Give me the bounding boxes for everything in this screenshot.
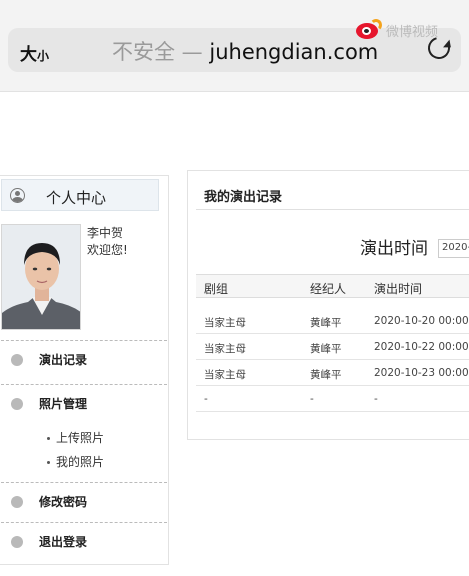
weibo-watermark: 微博视频 bbox=[356, 18, 438, 42]
sidebar-title: 个人中心 bbox=[46, 189, 107, 207]
cell-agent: 黄峰平 bbox=[310, 343, 342, 355]
sidebar: 个人中心 李中贺 欢迎您! 演出记录 照片管理 上传照片 我的照片 修改密码 退… bbox=[0, 175, 169, 565]
submenu-my-photos[interactable]: 我的照片 bbox=[47, 453, 104, 470]
submenu-upload-photo[interactable]: 上传照片 bbox=[47, 429, 104, 446]
cell-time: 2020-10-23 00:00 bbox=[374, 367, 469, 379]
user-icon bbox=[11, 353, 23, 366]
column-header: 剧组 bbox=[204, 282, 229, 296]
insecure-label: 不安全 — bbox=[112, 40, 203, 64]
date-filter-input[interactable]: 2020-1 bbox=[438, 239, 469, 258]
cell-crew: 当家主母 bbox=[204, 343, 246, 355]
browser-toolbar: 大小 不安全 — juhengdian.com 微博视频 bbox=[0, 0, 469, 92]
avatar bbox=[1, 224, 81, 330]
menu-label: 修改密码 bbox=[39, 495, 88, 509]
lock-icon bbox=[11, 495, 23, 508]
sidebar-header: 个人中心 bbox=[1, 179, 159, 211]
cell-time: 2020-10-22 00:00 bbox=[374, 341, 469, 353]
menu-item-change-password[interactable]: 修改密码 bbox=[1, 482, 167, 520]
column-header: 演出时间 bbox=[374, 282, 423, 296]
cell-crew: - bbox=[204, 393, 208, 405]
cell-agent: - bbox=[310, 393, 314, 405]
cell-time: 2020-10-20 00:00 bbox=[374, 315, 469, 327]
divider bbox=[196, 209, 469, 210]
url-domain: juhengdian.com bbox=[209, 40, 379, 64]
welcome-text: 欢迎您! bbox=[87, 243, 128, 257]
menu-label: 照片管理 bbox=[39, 397, 88, 411]
cell-agent: 黄峰平 bbox=[310, 369, 342, 381]
watermark-text: 微博视频 bbox=[386, 24, 439, 40]
menu-label: 退出登录 bbox=[39, 535, 88, 549]
menu-item-photo-management[interactable]: 照片管理 bbox=[1, 384, 167, 422]
table-row[interactable]: 当家主母 黄峰平 2020-10-23 00:00 bbox=[196, 360, 469, 386]
gear-icon bbox=[11, 397, 23, 410]
user-name: 李中贺 bbox=[87, 226, 124, 240]
table-row[interactable]: 当家主母 黄峰平 2020-10-20 00:00 bbox=[196, 308, 469, 334]
cell-time: - bbox=[374, 393, 378, 405]
cell-crew: 当家主母 bbox=[204, 317, 246, 329]
table-row: - - - bbox=[196, 386, 469, 412]
logout-icon bbox=[11, 535, 23, 548]
text-size-button[interactable]: 大小 bbox=[20, 40, 49, 65]
menu-item-logout[interactable]: 退出登录 bbox=[1, 522, 167, 560]
cell-crew: 当家主母 bbox=[204, 369, 246, 381]
url-text[interactable]: 不安全 — juhengdian.com bbox=[112, 36, 378, 66]
menu-label: 演出记录 bbox=[39, 353, 88, 367]
performance-records-panel: 我的演出记录 演出时间 2020-1 剧组 经纪人 演出时间 当家主母 黄峰平 … bbox=[187, 170, 469, 440]
panel-title: 我的演出记录 bbox=[204, 190, 283, 205]
column-header: 经纪人 bbox=[310, 282, 347, 296]
user-circle-icon bbox=[10, 188, 25, 203]
cell-agent: 黄峰平 bbox=[310, 317, 342, 329]
table-row[interactable]: 当家主母 黄峰平 2020-10-22 00:00 bbox=[196, 334, 469, 360]
filter-label: 演出时间 bbox=[360, 239, 428, 259]
weibo-logo-icon bbox=[356, 19, 382, 41]
table-header: 剧组 经纪人 演出时间 bbox=[196, 274, 469, 298]
menu-item-performance-records[interactable]: 演出记录 bbox=[1, 340, 167, 378]
